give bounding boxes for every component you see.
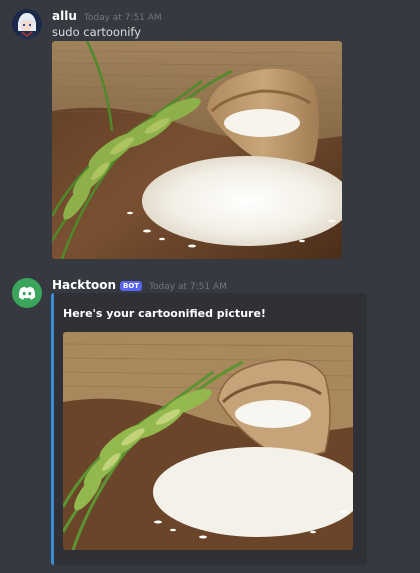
message-timestamp: Today at 7:51 AM (149, 282, 227, 292)
embed-image[interactable] (63, 332, 353, 550)
message-hacktoon: Hacktoon BOT Today at 7:51 AM Here's you… (0, 270, 420, 570)
message-allu: allu Today at 7:51 AM sudo cartoonify (0, 0, 420, 262)
message-timestamp: Today at 7:51 AM (83, 13, 162, 23)
message-text: sudo cartoonify (52, 25, 142, 39)
user-avatar[interactable] (12, 9, 42, 39)
embed-title: Here's your cartoonified picture! (63, 307, 266, 320)
attached-image[interactable] (52, 41, 342, 259)
discord-logo-icon (18, 286, 36, 300)
author-name[interactable]: allu (52, 9, 77, 23)
anime-character-avatar-icon (12, 9, 42, 39)
author-name[interactable]: Hacktoon (52, 278, 116, 292)
bot-badge: BOT (120, 281, 143, 291)
bot-avatar[interactable] (12, 278, 42, 308)
cartoonified-rice-photo-image (63, 332, 353, 550)
rice-photo-image (52, 41, 342, 259)
embed-card: Here's your cartoonified picture! (51, 293, 367, 565)
